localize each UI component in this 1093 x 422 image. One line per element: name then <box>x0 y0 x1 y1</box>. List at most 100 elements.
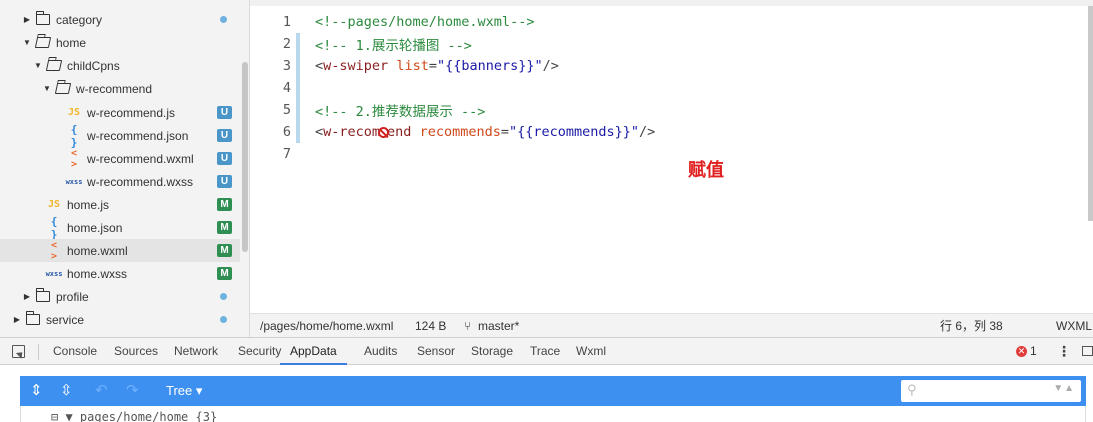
tree-item-label: category <box>56 12 103 27</box>
file-explorer: ▶ category ▼ home ▼ childCpns ▼ w-recomm… <box>0 0 250 337</box>
tree-file-w-recommend-json[interactable]: { } w-recommend.json U <box>0 123 240 149</box>
gutter-added-marker <box>296 33 300 55</box>
mouse-cursor-icon <box>378 126 390 138</box>
code-line[interactable]: 6 < w-recom end recommends = "{{recommends}}… <box>250 121 1080 143</box>
code-line[interactable]: 2 <!-- 1.展示轮播图 --> <box>250 33 1080 55</box>
gutter-marker <box>296 11 300 33</box>
tree-folder-home[interactable]: ▼ home <box>0 31 240 54</box>
tree-file-w-recommend-wxss[interactable]: wxss w-recommend.wxss U <box>0 170 240 193</box>
code-tag: end <box>387 124 412 140</box>
code-comment: <!--pages/home/home.wxml--> <box>315 14 535 30</box>
git-branch[interactable]: master* <box>478 319 519 333</box>
tab-trace[interactable]: Trace <box>530 338 560 365</box>
appdata-search-input[interactable]: ⚲ ▼▲ <box>901 380 1081 402</box>
appdata-tree: ⊟ ▼ pages/home/home {3} <box>20 406 1086 422</box>
caret-down-icon[interactable]: ▼ <box>33 61 43 70</box>
search-nav-arrows-icon[interactable]: ▼▲ <box>1053 383 1075 394</box>
tree-file-home-json[interactable]: { } home.json M <box>0 215 240 241</box>
language-mode[interactable]: WXML <box>1056 319 1092 333</box>
code-editor[interactable]: 1 <!--pages/home/home.wxml--> 2 <!-- 1.展… <box>250 0 1093 313</box>
caret-down-icon[interactable]: ▼ <box>42 84 52 93</box>
tree-file-w-recommend-wxml[interactable]: < > w-recommend.wxml U <box>0 147 240 170</box>
collapse-all-icon[interactable]: ⇳ <box>60 381 73 401</box>
code-punct: = <box>500 124 509 140</box>
tree-item-label: service <box>46 312 85 327</box>
caret-right-icon[interactable]: ▶ <box>12 315 22 324</box>
tree-item-label: home.json <box>67 220 123 235</box>
code-punct: < <box>315 124 324 140</box>
js-file-icon: JS <box>47 199 61 210</box>
tree-item-label: home.wxss <box>67 266 128 281</box>
tree-folder-service[interactable]: ▶ service <box>0 308 240 331</box>
expand-all-icon[interactable]: ⇕ <box>30 381 43 401</box>
tree-item-label: profile <box>56 289 89 304</box>
editor-scrollbar[interactable] <box>1088 6 1093 221</box>
code-tag: w-recom <box>323 124 381 140</box>
inspect-element-icon[interactable] <box>12 345 25 358</box>
code-punct: = <box>428 58 437 74</box>
code-punct: < <box>315 58 324 74</box>
tree-folder-childcpns[interactable]: ▼ childCpns <box>0 54 240 77</box>
tab-security[interactable]: Security <box>238 338 281 365</box>
code-line[interactable]: 5 <!-- 2.推荐数据展示 --> <box>250 99 1080 121</box>
gutter-added-marker <box>296 121 300 143</box>
sidebar-scrollbar[interactable] <box>242 62 248 252</box>
file-path: /pages/home/home.wxml <box>260 318 394 333</box>
tree-item-label: home.wxml <box>67 243 128 258</box>
modified-badge: M <box>217 267 232 280</box>
tab-wxml[interactable]: Wxml <box>576 338 606 365</box>
modified-dot-icon <box>220 293 227 300</box>
caret-right-icon[interactable]: ▶ <box>22 15 32 24</box>
tab-audits[interactable]: Audits <box>364 338 397 365</box>
tree-folder-profile[interactable]: ▶ profile <box>0 285 240 308</box>
error-count[interactable]: 1 <box>1030 338 1037 365</box>
redo-icon[interactable]: ↷ <box>126 381 139 401</box>
tab-console[interactable]: Console <box>53 338 97 365</box>
code-comment: <!-- 1.展示轮播图 --> <box>315 38 472 54</box>
appdata-panel: ⇕ ⇳ ↶ ↷ Tree ▾ ⚲ ▼▲ ⊟ ▼ pages/home/home … <box>0 365 1093 422</box>
tree-file-home-wxml[interactable]: < > home.wxml M <box>0 239 240 262</box>
code-line[interactable]: 1 <!--pages/home/home.wxml--> <box>250 11 1080 33</box>
tab-sources[interactable]: Sources <box>114 338 158 365</box>
tree-file-home-js[interactable]: JS home.js M <box>0 193 240 216</box>
tree-file-w-recommend-js[interactable]: JS w-recommend.js U <box>0 101 240 124</box>
tree-folder-w-recommend[interactable]: ▼ w-recommend <box>0 77 240 100</box>
undo-icon[interactable]: ↶ <box>95 381 108 401</box>
tab-appdata[interactable]: AppData <box>280 338 347 365</box>
dock-side-icon[interactable] <box>1082 346 1093 356</box>
wxml-file-icon: < > <box>70 147 78 170</box>
more-options-icon[interactable]: ⋮ <box>1057 338 1071 365</box>
js-file-icon: JS <box>67 107 81 118</box>
caret-down-icon[interactable]: ▼ <box>22 38 32 47</box>
tree-folder-category[interactable]: ▶ category <box>0 8 240 31</box>
file-size: 124 B <box>415 318 447 333</box>
gutter-added-marker <box>296 77 300 99</box>
untracked-badge: U <box>217 152 232 165</box>
line-number: 2 <box>282 36 291 52</box>
wxss-file-icon: wxss <box>65 177 83 186</box>
tab-network[interactable]: Network <box>174 338 218 365</box>
code-string: "{{banners}}" <box>436 58 543 74</box>
view-mode-select[interactable]: Tree ▾ <box>166 376 202 406</box>
tab-storage[interactable]: Storage <box>471 338 513 365</box>
cursor-position[interactable]: 行 6，列 38 <box>940 317 1003 334</box>
tree-row[interactable]: ⊟ ▼ pages/home/home {3} <box>51 410 217 422</box>
tree-file-home-wxss[interactable]: wxss home.wxss M <box>0 262 240 285</box>
code-line[interactable]: 7 <box>250 143 1080 165</box>
ide-window: ▶ category ▼ home ▼ childCpns ▼ w-recomm… <box>0 0 1093 422</box>
gutter-added-marker <box>296 99 300 121</box>
folder-icon <box>36 288 50 302</box>
line-number: 7 <box>282 146 291 162</box>
folder-icon <box>36 11 50 25</box>
code-line[interactable]: 4 <box>250 77 1080 99</box>
tree-item-label: w-recommend.js <box>87 105 176 120</box>
code-attr: list <box>396 58 429 74</box>
folder-open-icon <box>45 60 63 71</box>
folder-icon <box>26 311 40 325</box>
code-line[interactable]: 3 < w-swiper list = "{{banners}}"/> <box>250 55 1080 77</box>
caret-right-icon[interactable]: ▶ <box>22 292 32 301</box>
tab-sensor[interactable]: Sensor <box>417 338 455 365</box>
error-icon[interactable]: ✕ <box>1016 346 1027 357</box>
git-branch-icon: ⑂ <box>464 318 472 333</box>
gutter-marker <box>296 143 300 165</box>
